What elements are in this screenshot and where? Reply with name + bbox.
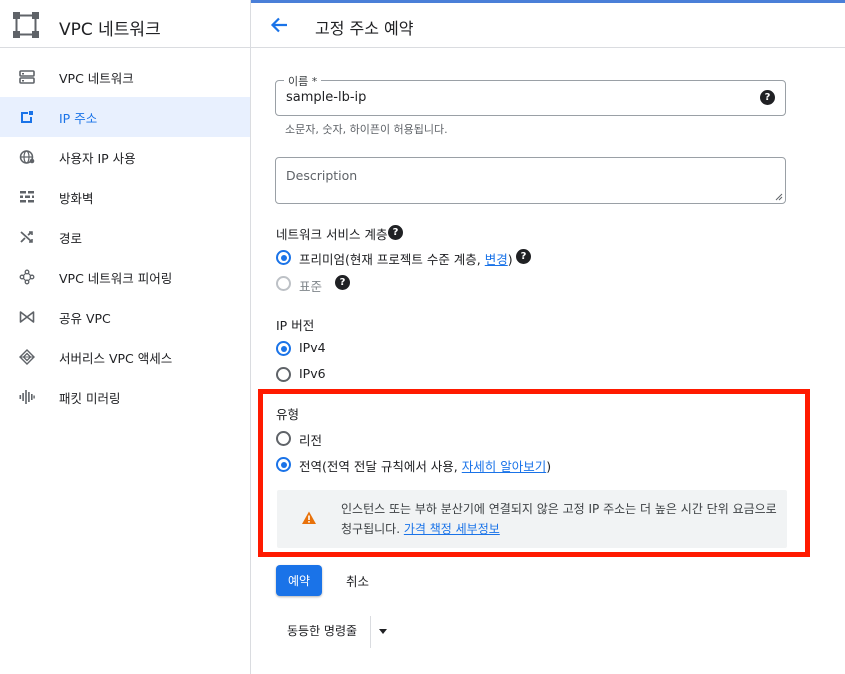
radio-ipv6[interactable] — [276, 367, 291, 382]
description-field[interactable]: Description — [275, 157, 786, 204]
help-icon[interactable]: ? — [335, 275, 350, 290]
radio-premium[interactable] — [276, 250, 291, 265]
reserve-button[interactable]: 예약 — [276, 565, 322, 596]
help-icon[interactable]: ? — [760, 90, 775, 105]
serverless-icon — [19, 349, 35, 365]
sidebar-item-label: IP 주소 — [59, 110, 98, 126]
cancel-button[interactable]: 취소 — [346, 571, 369, 590]
help-icon[interactable]: ? — [388, 225, 403, 240]
equivalent-command-button[interactable]: 동등한 명령줄 — [287, 622, 357, 639]
name-hint: 소문자, 숫자, 하이픈이 허용됩니다. — [285, 123, 448, 136]
change-tier-link[interactable]: 변경 — [485, 252, 508, 267]
ipv4-label: IPv4 — [299, 340, 326, 355]
page-header: 고정 주소 예약 — [251, 3, 845, 48]
firewall-icon — [20, 191, 34, 203]
sidebar-item-firewall[interactable]: 방화벽 — [0, 177, 250, 217]
description-placeholder: Description — [286, 168, 358, 183]
sidebar-item-label: 공유 VPC — [59, 310, 111, 326]
name-field-label: 이름 * — [284, 73, 322, 89]
sidebar-item-user-ip[interactable]: 사용자 IP 사용 — [0, 137, 250, 177]
sidebar-item-shared-vpc[interactable]: 공유 VPC — [0, 297, 250, 337]
standard-label: 표준 — [299, 279, 323, 294]
premium-text: 프리미엄(현재 프로젝트 수준 계층, — [299, 252, 485, 267]
ip-address-icon — [21, 111, 33, 123]
sidebar-item-routes[interactable]: 경로 — [0, 217, 250, 257]
sidebar-item-peering[interactable]: VPC 네트워크 피어링 — [0, 257, 250, 297]
sidebar: VPC 네트워크 VPC 네트워크 IP 주소 사용자 IP 사용 방화벽 경로… — [0, 0, 251, 674]
highlight-box — [258, 389, 810, 557]
globe-icon — [19, 150, 35, 164]
caret-down-icon[interactable] — [378, 627, 388, 635]
tier-title: 네트워크 서비스 계층 — [276, 227, 388, 242]
sidebar-header: VPC 네트워크 — [0, 3, 250, 48]
divider — [370, 616, 371, 648]
premium-close: ) — [507, 252, 513, 267]
sidebar-item-vpc-network[interactable]: VPC 네트워크 — [0, 57, 250, 97]
sidebar-item-label: 경로 — [59, 230, 83, 246]
ip-version-title: IP 버전 — [276, 318, 315, 333]
sidebar-item-label: VPC 네트워크 피어링 — [59, 270, 173, 286]
vpc-network-icon — [19, 70, 35, 84]
name-input-value[interactable]: sample-lb-ip — [286, 90, 366, 105]
sidebar-item-label: 서버리스 VPC 액세스 — [59, 350, 173, 366]
routes-icon — [20, 231, 33, 243]
radio-ipv4[interactable] — [276, 341, 291, 356]
shared-vpc-icon — [19, 311, 35, 323]
peering-icon — [19, 269, 35, 285]
resize-handle-icon[interactable] — [775, 193, 783, 201]
sidebar-item-ip-address[interactable]: IP 주소 — [0, 97, 250, 137]
sidebar-item-label: VPC 네트워크 — [59, 70, 134, 86]
premium-label: 프리미엄(현재 프로젝트 수준 계층, 변경) — [299, 249, 513, 268]
packet-mirroring-icon — [19, 390, 35, 404]
back-arrow-icon[interactable] — [269, 15, 289, 35]
sidebar-item-label: 사용자 IP 사용 — [59, 150, 136, 166]
sidebar-item-label: 방화벽 — [59, 190, 94, 206]
vpc-logo-icon — [13, 12, 39, 38]
sidebar-item-packet-mirroring[interactable]: 패킷 미러링 — [0, 377, 250, 417]
sidebar-item-label: 패킷 미러링 — [59, 390, 121, 406]
page-title: 고정 주소 예약 — [315, 19, 414, 38]
name-field[interactable]: 이름 * sample-lb-ip ? — [275, 73, 786, 116]
sidebar-title: VPC 네트워크 — [59, 20, 161, 40]
help-icon[interactable]: ? — [516, 249, 531, 264]
sidebar-item-serverless-vpc[interactable]: 서버리스 VPC 액세스 — [0, 337, 250, 377]
radio-standard — [276, 276, 291, 291]
ipv6-label: IPv6 — [299, 366, 326, 381]
